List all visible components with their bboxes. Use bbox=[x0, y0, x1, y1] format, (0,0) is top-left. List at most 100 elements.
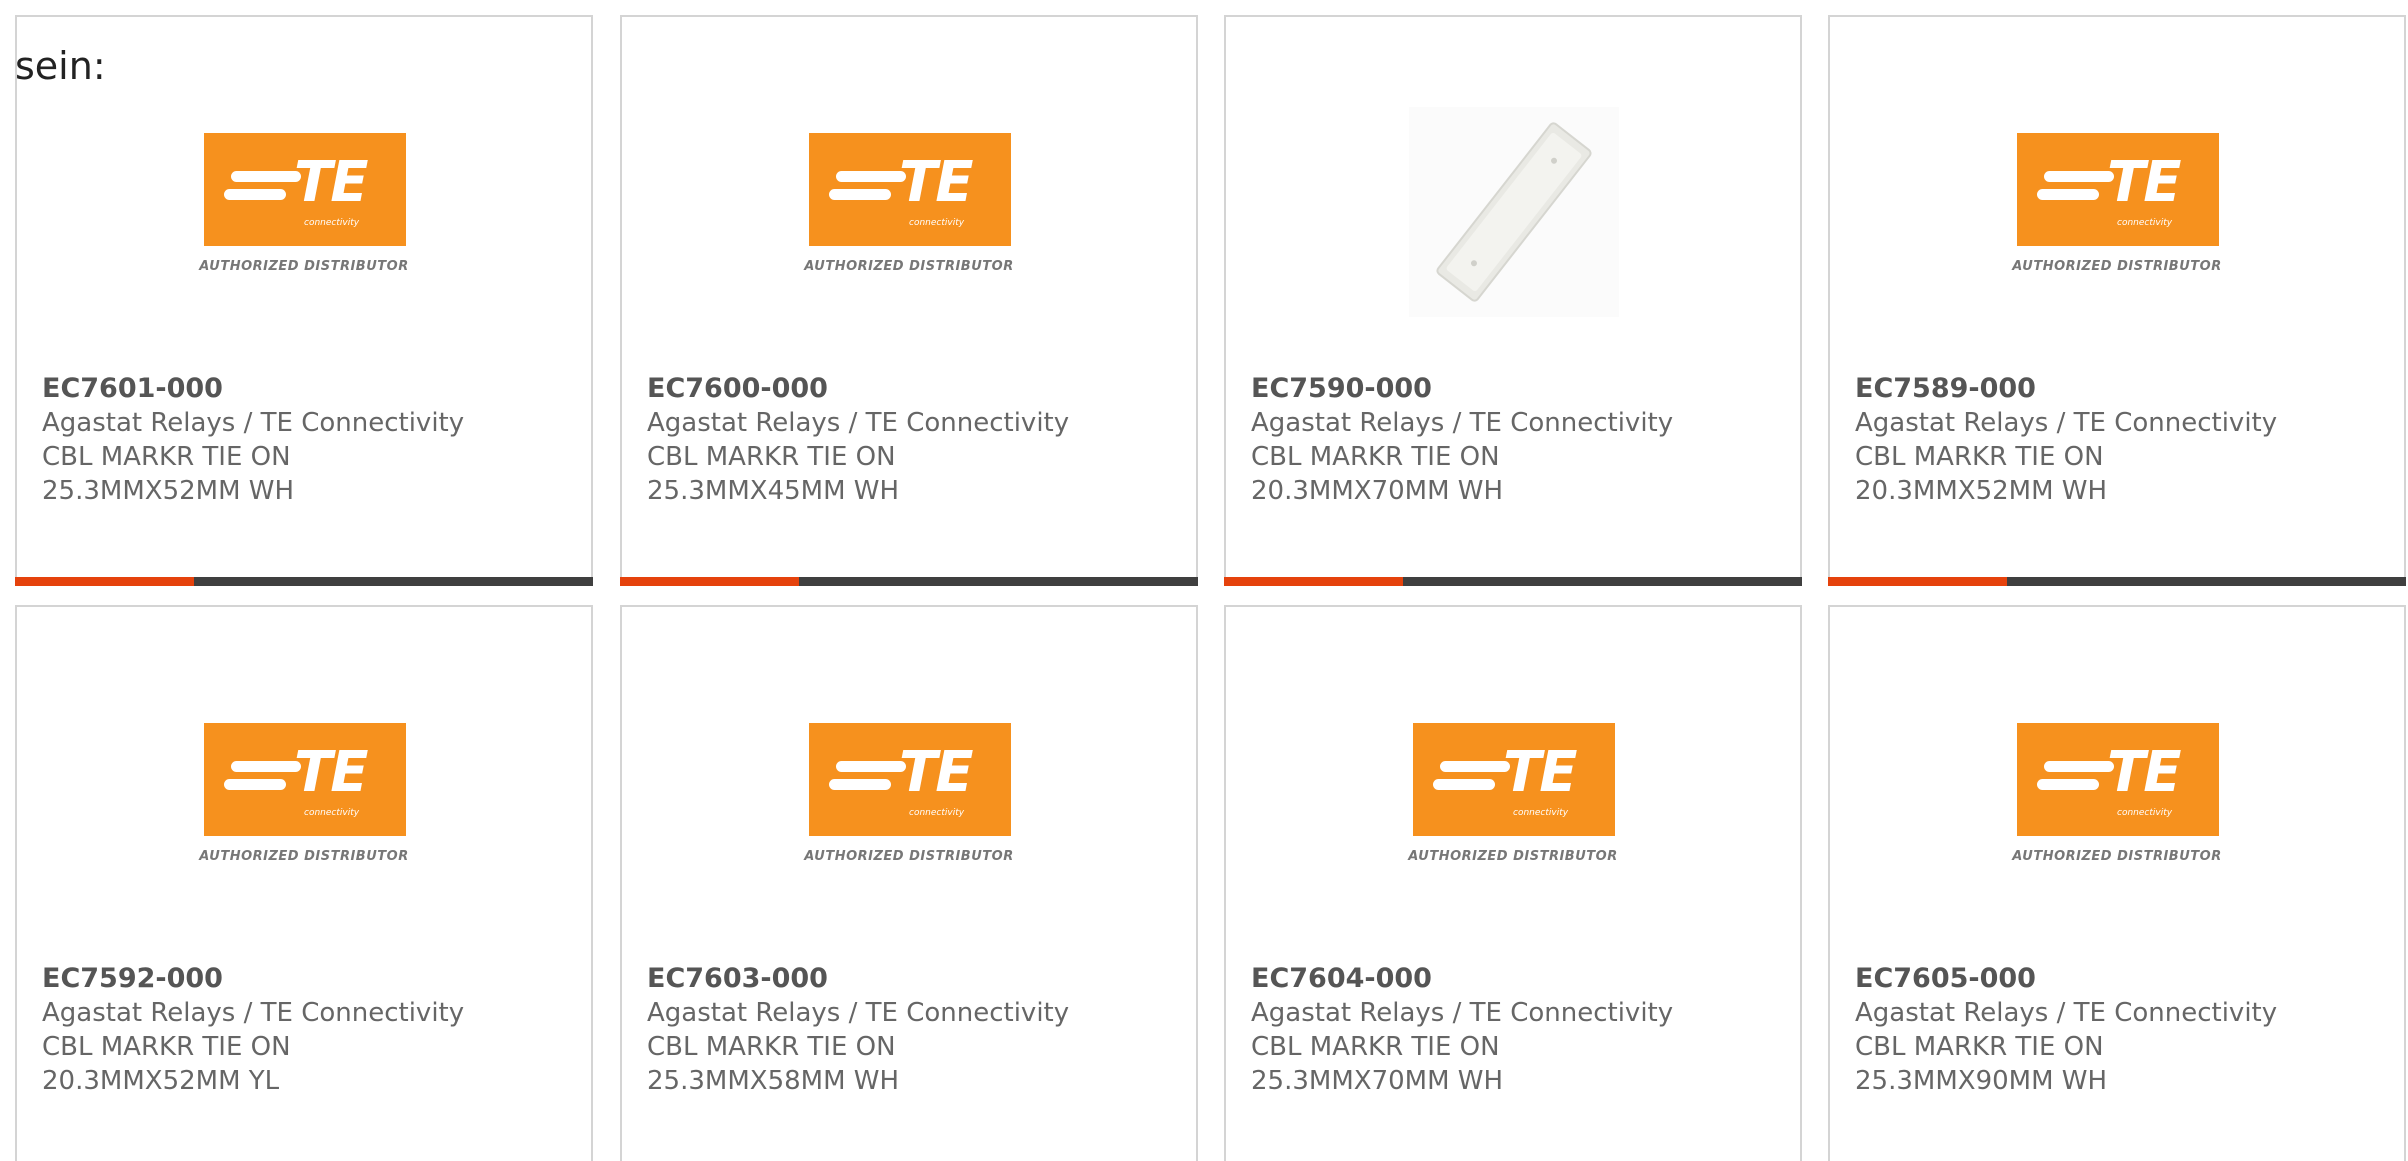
product-card[interactable]: EC7590-000 Agastat Relays / TE Connectivi… bbox=[1224, 15, 1802, 586]
logo-bar bbox=[2037, 189, 2099, 200]
te-connectivity-logo: TE connectivity bbox=[204, 133, 406, 246]
description-line-2: 20.3MMX70MM WH bbox=[1251, 476, 1504, 506]
part-number[interactable]: EC7605-000 bbox=[1855, 962, 2384, 996]
progress-fill bbox=[1828, 577, 2008, 586]
logo-bar bbox=[2044, 761, 2114, 772]
product-card[interactable]: TE connectivity AUTHORIZED DISTRIBUTOR EC75… bbox=[15, 605, 593, 1161]
manufacturer: Agastat Relays / TE Connectivity bbox=[1251, 408, 1674, 438]
te-logo-image[interactable]: TE connectivity AUTHORIZED DISTRIBUTOR bbox=[17, 707, 591, 917]
product-info: EC7605-000 Agastat Relays / TE Connectivi… bbox=[1855, 962, 2384, 1098]
logo-letters: TE bbox=[2107, 150, 2181, 215]
logo-caption: AUTHORIZED DISTRIBUTOR bbox=[199, 849, 409, 864]
logo-bar bbox=[2044, 171, 2114, 182]
progress-fill bbox=[620, 577, 800, 586]
description-line-2: 25.3MMX52MM WH bbox=[42, 476, 295, 506]
product-info: EC7604-000 Agastat Relays / TE Connectivi… bbox=[1251, 962, 1780, 1098]
logo-bar bbox=[231, 171, 301, 182]
logo-caption: AUTHORIZED DISTRIBUTOR bbox=[199, 259, 409, 274]
logo-bar bbox=[1440, 761, 1510, 772]
manufacturer: Agastat Relays / TE Connectivity bbox=[1251, 998, 1674, 1028]
product-card[interactable]: TE connectivity AUTHORIZED DISTRIBUTOR EC76… bbox=[620, 15, 1198, 586]
logo-subtitle: connectivity bbox=[909, 218, 965, 228]
product-card[interactable]: TE connectivity AUTHORIZED DISTRIBUTOR EC75… bbox=[1828, 15, 2406, 586]
product-info: EC7590-000 Agastat Relays / TE Connectivi… bbox=[1251, 372, 1780, 508]
progress-fill bbox=[15, 577, 195, 586]
description-line-1: CBL MARKR TIE ON bbox=[1251, 442, 1500, 472]
description-line-1: CBL MARKR TIE ON bbox=[647, 442, 896, 472]
part-number[interactable]: EC7590-000 bbox=[1251, 372, 1780, 406]
part-number[interactable]: EC7589-000 bbox=[1855, 372, 2384, 406]
product-info: EC7592-000 Agastat Relays / TE Connectivi… bbox=[42, 962, 571, 1098]
te-logo-image[interactable]: TE connectivity AUTHORIZED DISTRIBUTOR bbox=[1226, 707, 1800, 917]
logo-subtitle: connectivity bbox=[304, 808, 360, 818]
te-connectivity-logo: TE connectivity bbox=[204, 723, 406, 836]
description-line-1: CBL MARKR TIE ON bbox=[647, 1032, 896, 1062]
te-connectivity-logo: TE connectivity bbox=[1413, 723, 1615, 836]
manufacturer: Agastat Relays / TE Connectivity bbox=[647, 998, 1070, 1028]
te-logo-image[interactable]: TE connectivity AUTHORIZED DISTRIBUTOR bbox=[1830, 117, 2404, 327]
description-line-2: 20.3MMX52MM WH bbox=[1855, 476, 2108, 506]
intro-text: sein: bbox=[15, 44, 106, 88]
logo-bar bbox=[224, 779, 286, 790]
product-card[interactable]: TE connectivity AUTHORIZED DISTRIBUTOR EC76… bbox=[620, 605, 1198, 1161]
progress-bar bbox=[1224, 577, 1802, 586]
part-number[interactable]: EC7603-000 bbox=[647, 962, 1176, 996]
logo-bar bbox=[829, 779, 891, 790]
part-number[interactable]: EC7604-000 bbox=[1251, 962, 1780, 996]
logo-caption: AUTHORIZED DISTRIBUTOR bbox=[2012, 259, 2222, 274]
logo-bar bbox=[836, 761, 906, 772]
te-logo-image[interactable]: TE connectivity AUTHORIZED DISTRIBUTOR bbox=[1830, 707, 2404, 917]
logo-letters: TE bbox=[1503, 740, 1577, 805]
description-line-2: 20.3MMX52MM YL bbox=[42, 1066, 280, 1096]
manufacturer: Agastat Relays / TE Connectivity bbox=[42, 998, 465, 1028]
te-connectivity-logo: TE connectivity bbox=[2017, 133, 2219, 246]
manufacturer: Agastat Relays / TE Connectivity bbox=[42, 408, 465, 438]
part-number[interactable]: EC7600-000 bbox=[647, 372, 1176, 406]
description-line-2: 25.3MMX45MM WH bbox=[647, 476, 900, 506]
logo-letters: TE bbox=[899, 150, 973, 215]
logo-letters: TE bbox=[2107, 740, 2181, 805]
product-info: EC7603-000 Agastat Relays / TE Connectivi… bbox=[647, 962, 1176, 1098]
product-card[interactable]: TE connectivity AUTHORIZED DISTRIBUTOR EC76… bbox=[1224, 605, 1802, 1161]
te-connectivity-logo: TE connectivity bbox=[809, 133, 1011, 246]
logo-caption: AUTHORIZED DISTRIBUTOR bbox=[804, 849, 1014, 864]
te-logo-image[interactable]: TE connectivity AUTHORIZED DISTRIBUTOR bbox=[622, 117, 1196, 327]
part-number[interactable]: EC7592-000 bbox=[42, 962, 571, 996]
te-connectivity-logo: TE connectivity bbox=[809, 723, 1011, 836]
progress-bar bbox=[1828, 577, 2406, 586]
logo-subtitle: connectivity bbox=[2117, 218, 2173, 228]
manufacturer: Agastat Relays / TE Connectivity bbox=[647, 408, 1070, 438]
progress-bar bbox=[15, 577, 593, 586]
product-grid-page: sein: TE connectivity AUTHORIZED DISTRIBUT… bbox=[0, 0, 2408, 1161]
cable-marker-photo bbox=[1409, 107, 1619, 317]
description-line-2: 25.3MMX58MM WH bbox=[647, 1066, 900, 1096]
product-info: EC7589-000 Agastat Relays / TE Connectivi… bbox=[1855, 372, 2384, 508]
te-logo-image[interactable]: TE connectivity AUTHORIZED DISTRIBUTOR bbox=[17, 117, 591, 327]
logo-caption: AUTHORIZED DISTRIBUTOR bbox=[2012, 849, 2222, 864]
te-connectivity-logo: TE connectivity bbox=[2017, 723, 2219, 836]
description-line-1: CBL MARKR TIE ON bbox=[1251, 1032, 1500, 1062]
logo-bar bbox=[1433, 779, 1495, 790]
product-image[interactable] bbox=[1226, 107, 1800, 327]
part-number[interactable]: EC7601-000 bbox=[42, 372, 571, 406]
logo-bar bbox=[231, 761, 301, 772]
product-card[interactable]: TE connectivity AUTHORIZED DISTRIBUTOR EC76… bbox=[1828, 605, 2406, 1161]
logo-bar bbox=[2037, 779, 2099, 790]
logo-subtitle: connectivity bbox=[1513, 808, 1569, 818]
te-logo-image[interactable]: TE connectivity AUTHORIZED DISTRIBUTOR bbox=[622, 707, 1196, 917]
logo-caption: AUTHORIZED DISTRIBUTOR bbox=[804, 259, 1014, 274]
logo-letters: TE bbox=[899, 740, 973, 805]
logo-subtitle: connectivity bbox=[909, 808, 965, 818]
manufacturer: Agastat Relays / TE Connectivity bbox=[1855, 408, 2278, 438]
product-card[interactable]: TE connectivity AUTHORIZED DISTRIBUTOR EC76… bbox=[15, 15, 593, 586]
description-line-1: CBL MARKR TIE ON bbox=[42, 442, 291, 472]
logo-letters: TE bbox=[294, 740, 368, 805]
description-line-1: CBL MARKR TIE ON bbox=[1855, 442, 2104, 472]
description-line-1: CBL MARKR TIE ON bbox=[1855, 1032, 2104, 1062]
progress-bar bbox=[620, 577, 1198, 586]
logo-subtitle: connectivity bbox=[2117, 808, 2173, 818]
logo-bar bbox=[829, 189, 891, 200]
logo-bar bbox=[836, 171, 906, 182]
logo-bar bbox=[224, 189, 286, 200]
description-line-1: CBL MARKR TIE ON bbox=[42, 1032, 291, 1062]
